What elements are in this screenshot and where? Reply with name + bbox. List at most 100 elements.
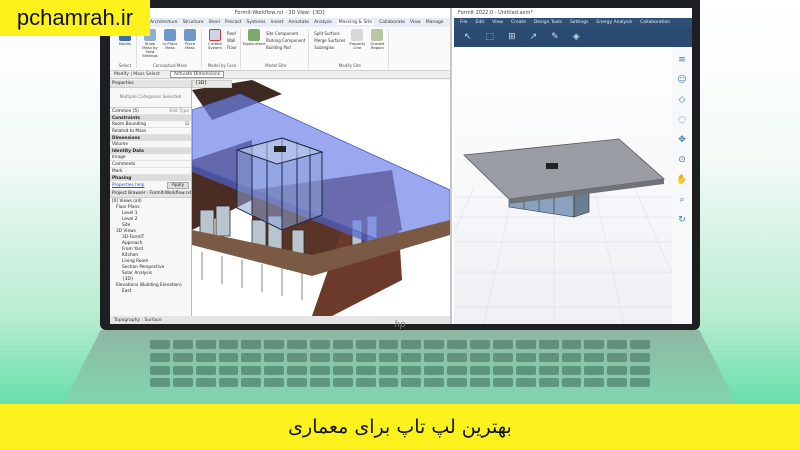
site-tag[interactable]: pchamrah.ir [0, 0, 150, 36]
parking-component-button[interactable]: Parking Component [266, 38, 305, 43]
property-key: Image [112, 154, 126, 160]
ribbon-tab[interactable]: Steel [209, 20, 220, 25]
keyboard-key [447, 365, 468, 375]
keyboard-key [607, 365, 628, 375]
property-row: Comments [110, 161, 191, 168]
caption-text: بهترین لپ تاپ برای معماری [288, 416, 512, 438]
property-key: Mark [112, 168, 123, 174]
keyboard-key [150, 352, 170, 362]
keyboard-key [630, 352, 650, 362]
conceptual-mass-label: Conceptual Mass [153, 63, 187, 68]
wall-button[interactable]: Wall [227, 38, 237, 43]
property-value[interactable]: ☑ [185, 122, 189, 127]
keyboard-key [561, 378, 582, 388]
split-surface-button[interactable]: Split Surface [314, 31, 345, 36]
keyboard-key [332, 352, 353, 362]
edit-type-button[interactable]: Edit Type [169, 109, 189, 114]
keyboard-key [195, 352, 216, 362]
property-key: Related to Mass [112, 128, 147, 134]
keyboard-key [332, 365, 353, 375]
properties-filter[interactable]: Common (5) [112, 109, 139, 114]
keyboard-key [378, 378, 399, 388]
site-component-button[interactable]: Site Component [266, 31, 305, 36]
skylight [274, 146, 286, 152]
subregion-button[interactable]: Subregion [314, 45, 345, 50]
ribbon-tab[interactable]: Architecture [150, 20, 178, 25]
floor-button[interactable]: Floor [227, 45, 237, 50]
formit-title-bar: FormIt 2022.0 - Untitled.axm* [454, 8, 692, 18]
browser-tree-item[interactable]: Elevations (Building Elevation) [110, 282, 191, 288]
cube-icon[interactable]: ◈ [573, 32, 580, 42]
person-icon[interactable]: ☺ [677, 75, 686, 85]
formit-menu-item[interactable]: Edit [476, 20, 485, 25]
formit-3d-canvas[interactable] [454, 47, 672, 324]
activate-dimensions-button[interactable]: Activate Dimensions [169, 71, 225, 78]
revit-3d-viewport[interactable]: {3D} [192, 80, 450, 316]
orbit-icon[interactable]: ◌ [678, 115, 686, 125]
apply-button[interactable]: Apply [166, 182, 189, 189]
ribbon-tab[interactable]: Systems [246, 20, 265, 25]
keyboard-key [355, 365, 376, 375]
keyboard-key [538, 365, 559, 375]
merge-surfaces-button[interactable]: Merge Surfaces [314, 38, 345, 43]
paint-icon[interactable]: ⬚ [486, 32, 495, 42]
revit-title-bar: FormIt-Workflow.rvt - 3D View: {3D} [110, 8, 450, 18]
keyboard-key [264, 340, 285, 349]
keyboard-key [515, 378, 536, 388]
keyboard-key [150, 365, 170, 375]
keyboard-key [150, 378, 170, 388]
view-tab-3d[interactable]: {3D} [192, 80, 232, 88]
ribbon-tab[interactable]: Collaborate [379, 20, 405, 25]
property-key: Volume [112, 141, 128, 147]
formit-menu-item[interactable]: View [492, 20, 503, 25]
ribbon-tab[interactable]: Analyze [314, 20, 332, 25]
toposurface-button[interactable]: Toposurface [243, 29, 265, 63]
formit-menu-item[interactable]: Settings [570, 20, 588, 25]
cube-view-icon[interactable]: ◇ [679, 95, 686, 105]
select-icon[interactable]: ↖ [464, 32, 472, 42]
zoom-icon[interactable]: ⊙ [678, 155, 686, 165]
context-label: Modify | Mass Select [114, 72, 160, 77]
in-place-mass-icon [164, 29, 176, 41]
magnify-icon[interactable]: ⌕ [679, 195, 684, 205]
ribbon-tab[interactable]: Manage [426, 20, 444, 25]
model-site-label: Model Site [265, 63, 287, 68]
keyboard-key [218, 378, 239, 388]
ribbon-tab[interactable]: Insert [271, 20, 284, 25]
keyboard-key [607, 352, 628, 362]
type-selector[interactable]: Multiple Categories Selected [110, 88, 191, 108]
group-icon[interactable]: ⊞ [508, 32, 516, 42]
stack-icon[interactable]: ≡ [678, 55, 686, 65]
place-mass-button[interactable]: Place Mass [182, 29, 198, 63]
curtain-system-button[interactable]: Curtain System [207, 29, 223, 63]
graded-region-icon [371, 29, 384, 41]
browser-tree-item[interactable]: East [110, 288, 191, 294]
graded-region-button[interactable]: Graded Region [369, 29, 385, 63]
rotate-icon[interactable]: ↻ [678, 215, 686, 225]
formit-menu-item[interactable]: File [460, 20, 468, 25]
keyboard-key [424, 340, 445, 349]
building-pad-button[interactable]: Building Pad [266, 45, 305, 50]
keyboard-key [172, 352, 193, 362]
hand-icon[interactable]: ✋ [676, 175, 687, 185]
ribbon-tab[interactable]: Structure [183, 20, 204, 25]
pan-icon[interactable]: ✥ [678, 135, 686, 145]
layer-icon[interactable]: ↗ [530, 32, 538, 42]
properties-help-link[interactable]: Properties help [112, 183, 144, 188]
keyboard-key [355, 378, 376, 388]
pencil-icon[interactable]: ✎ [551, 32, 559, 42]
formit-menu-item[interactable]: Collaboration [640, 20, 670, 25]
ribbon-tab[interactable]: View [410, 20, 421, 25]
ribbon-tab[interactable]: Massing & Site [336, 20, 375, 25]
ribbon-tab[interactable]: Annotate [288, 20, 309, 25]
roof-button[interactable]: Roof [227, 31, 237, 36]
formit-menu-item[interactable]: Create [511, 20, 526, 25]
property-key: Room Bounding [112, 121, 146, 127]
keyboard-key [447, 378, 468, 388]
property-line-button[interactable]: Property Line [349, 29, 365, 63]
formit-menu-item[interactable]: Design Tools [534, 20, 562, 25]
keyboard-key [401, 365, 422, 375]
formit-menu-item[interactable]: Energy Analysis [596, 20, 632, 25]
ribbon-tab[interactable]: Precast [225, 20, 242, 25]
in-place-mass-button[interactable]: In-Place Mass [162, 29, 178, 63]
